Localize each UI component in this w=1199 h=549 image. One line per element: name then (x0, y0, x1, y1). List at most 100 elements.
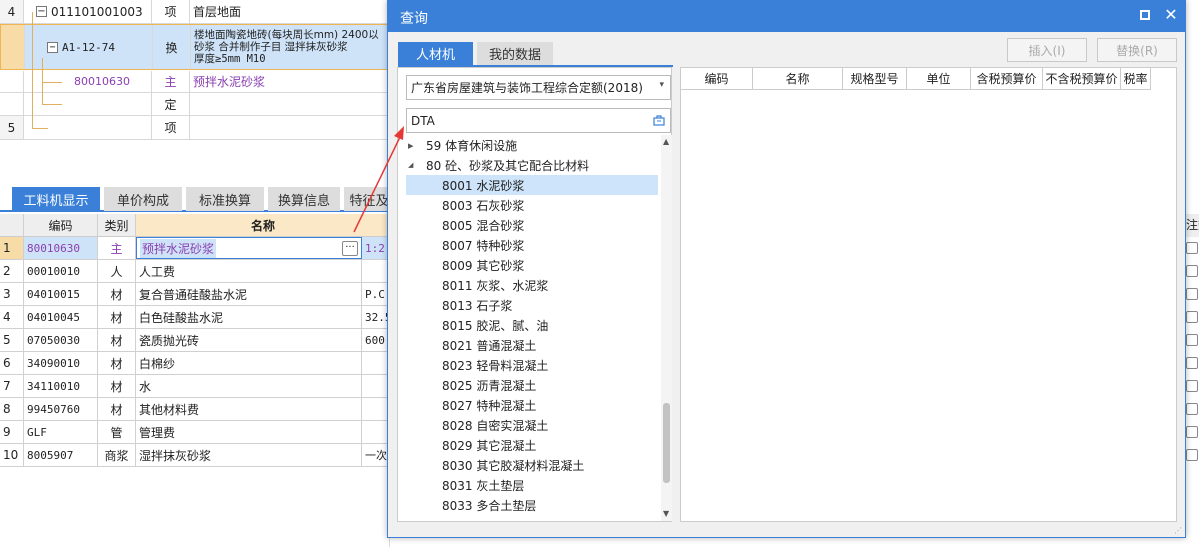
name-cell[interactable]: 其他材料费 (136, 398, 362, 420)
spec-cell[interactable]: 32.5 (362, 306, 390, 328)
result-header-unit[interactable]: 单位 (907, 68, 971, 90)
code-cell[interactable]: 80010630 (24, 237, 98, 259)
replace-button[interactable]: 替换(R) (1097, 38, 1177, 62)
tree-node[interactable]: 8015 胶泥、腻、油 (406, 315, 658, 335)
tab-my-data[interactable]: 我的数据 (477, 42, 553, 65)
name-cell[interactable]: 白色硅酸盐水泥 (136, 306, 362, 328)
table-row[interactable]: 7 34110010 材水 (0, 375, 390, 398)
tree-collapse-icon[interactable]: ◢ (408, 161, 422, 169)
table-row[interactable]: 5 项 (0, 116, 390, 140)
scroll-up-icon[interactable]: ▲ (663, 137, 669, 146)
code-cell[interactable]: −011101001003 (24, 0, 152, 23)
table-row[interactable]: 8 99450760 材其他材料费 (0, 398, 390, 421)
row-checkbox[interactable] (1186, 357, 1198, 369)
category-cell[interactable]: 材 (98, 375, 136, 397)
insert-button[interactable]: 插入(I) (1007, 38, 1087, 62)
table-row[interactable]: 3 04010015 材复合普通硅酸盐水泥 P.C (0, 283, 390, 306)
quota-select[interactable]: 广东省房屋建筑与装饰工程综合定额(2018) ▾ (406, 75, 671, 100)
search-clear-icon[interactable] (653, 114, 665, 126)
category-cell[interactable]: 材 (98, 329, 136, 351)
category-cell[interactable]: 人 (98, 260, 136, 282)
code-cell[interactable]: GLF (24, 421, 98, 443)
result-header-notax-price[interactable]: 不含税预算价 (1043, 68, 1121, 90)
spec-cell[interactable]: 一次 (362, 444, 390, 466)
header-name[interactable]: 名称 (136, 214, 390, 236)
table-row[interactable]: 4 04010045 材白色硅酸盐水泥 32.5 (0, 306, 390, 329)
row-checkbox[interactable] (1186, 334, 1198, 346)
spec-cell[interactable] (362, 260, 390, 282)
row-checkbox[interactable] (1186, 449, 1198, 461)
spec-cell[interactable]: 1:2 (362, 237, 390, 259)
name-cell[interactable]: 湿拌抹灰砂浆 (136, 444, 362, 466)
minus-box-icon[interactable]: − (36, 6, 47, 17)
row-checkbox[interactable] (1186, 403, 1198, 415)
spec-cell[interactable] (362, 421, 390, 443)
result-header-spec[interactable]: 规格型号 (843, 68, 907, 90)
tree-node[interactable]: 8001 水泥砂浆 (406, 175, 658, 195)
row-checkbox[interactable] (1186, 380, 1198, 392)
minus-box-icon[interactable]: − (47, 41, 58, 53)
code-cell[interactable]: 04010045 (24, 306, 98, 328)
tab-materials[interactable]: 人材机 (398, 42, 473, 65)
tab-standard-conversion[interactable]: 标准换算 (186, 187, 264, 211)
row-checkbox[interactable] (1186, 265, 1198, 277)
tree-node[interactable]: 8003 石灰砂浆 (406, 195, 658, 215)
row-checkbox[interactable] (1186, 242, 1198, 254)
tree-node[interactable]: 8007 特种砂浆 (406, 235, 658, 255)
dropdown-arrow-icon[interactable]: ▾ (659, 80, 664, 90)
row-checkbox[interactable] (1186, 311, 1198, 323)
spec-cell[interactable] (362, 398, 390, 420)
code-cell[interactable]: − A1-12-74 (25, 25, 153, 69)
row-checkbox[interactable] (1186, 426, 1198, 438)
row-checkbox[interactable] (1186, 288, 1198, 300)
tree-expand-icon[interactable]: ▸ (408, 139, 422, 152)
tree-node[interactable]: 8021 普通混凝土 (406, 335, 658, 355)
category-cell[interactable]: 材 (98, 306, 136, 328)
code-cell[interactable]: 07050030 (24, 329, 98, 351)
name-cell[interactable]: 预拌水泥砂浆 ··· (136, 237, 362, 259)
maximize-icon[interactable] (1140, 10, 1150, 20)
resize-grip-icon[interactable]: ⋰ (1174, 526, 1183, 535)
result-header-tax-rate[interactable]: 税率 (1121, 68, 1151, 90)
spec-cell[interactable]: P.C (362, 283, 390, 305)
category-cell[interactable]: 材 (98, 283, 136, 305)
tree-node[interactable]: 8033 多合土垫层 (406, 495, 658, 515)
tree-node[interactable]: 8023 轻骨料混凝土 (406, 355, 658, 375)
code-cell[interactable]: 8005907 (24, 444, 98, 466)
tree-node[interactable]: ◢ 80 砼、砂浆及其它配合比材料 (406, 155, 658, 175)
header-code[interactable]: 编码 (24, 214, 98, 236)
name-cell[interactable]: 白棉纱 (136, 352, 362, 374)
scroll-thumb[interactable] (663, 403, 670, 483)
tab-conversion-info[interactable]: 换算信息 (268, 187, 340, 211)
name-cell[interactable]: 水 (136, 375, 362, 397)
name-cell[interactable]: 瓷质抛光砖 (136, 329, 362, 351)
code-cell[interactable]: 34110010 (24, 375, 98, 397)
spec-cell[interactable] (362, 375, 390, 397)
tree-node[interactable]: 8028 自密实混凝土 (406, 415, 658, 435)
result-header-tax-price[interactable]: 含税预算价 (971, 68, 1043, 90)
code-cell[interactable]: 34090010 (24, 352, 98, 374)
code-cell[interactable]: 04010015 (24, 283, 98, 305)
category-cell[interactable]: 主 (98, 237, 136, 259)
tree-scrollbar[interactable]: ▲ ▼ (661, 135, 672, 521)
search-input[interactable]: DTA (406, 108, 671, 133)
category-cell[interactable]: 材 (98, 352, 136, 374)
name-cell[interactable]: 复合普通硅酸盐水泥 (136, 283, 362, 305)
tree-node[interactable]: 8027 特种混凝土 (406, 395, 658, 415)
dialog-titlebar[interactable]: 查询 ✕ (388, 1, 1185, 32)
table-row[interactable]: 2 00010010 人人工费 (0, 260, 390, 283)
table-row[interactable]: 9 GLF 管管理费 (0, 421, 390, 444)
spec-cell[interactable]: 600 (362, 329, 390, 351)
tree-node[interactable]: 8025 沥青混凝土 (406, 375, 658, 395)
tree-node[interactable]: 8005 混合砂浆 (406, 215, 658, 235)
result-header-name[interactable]: 名称 (753, 68, 843, 90)
scroll-down-icon[interactable]: ▼ (663, 509, 669, 518)
tree-node[interactable]: 8031 灰土垫层 (406, 475, 658, 495)
table-row[interactable]: 4 −011101001003 项 首层地面 (0, 0, 390, 24)
tab-labor-material[interactable]: 工料机显示 (12, 187, 100, 211)
ellipsis-button-icon[interactable]: ··· (342, 241, 358, 256)
tree-node[interactable]: 8013 石子浆 (406, 295, 658, 315)
tree-node[interactable]: 8009 其它砂浆 (406, 255, 658, 275)
category-cell[interactable]: 材 (98, 398, 136, 420)
table-row[interactable]: 10 8005907 商浆 湿拌抹灰砂浆 一次 (0, 444, 390, 467)
